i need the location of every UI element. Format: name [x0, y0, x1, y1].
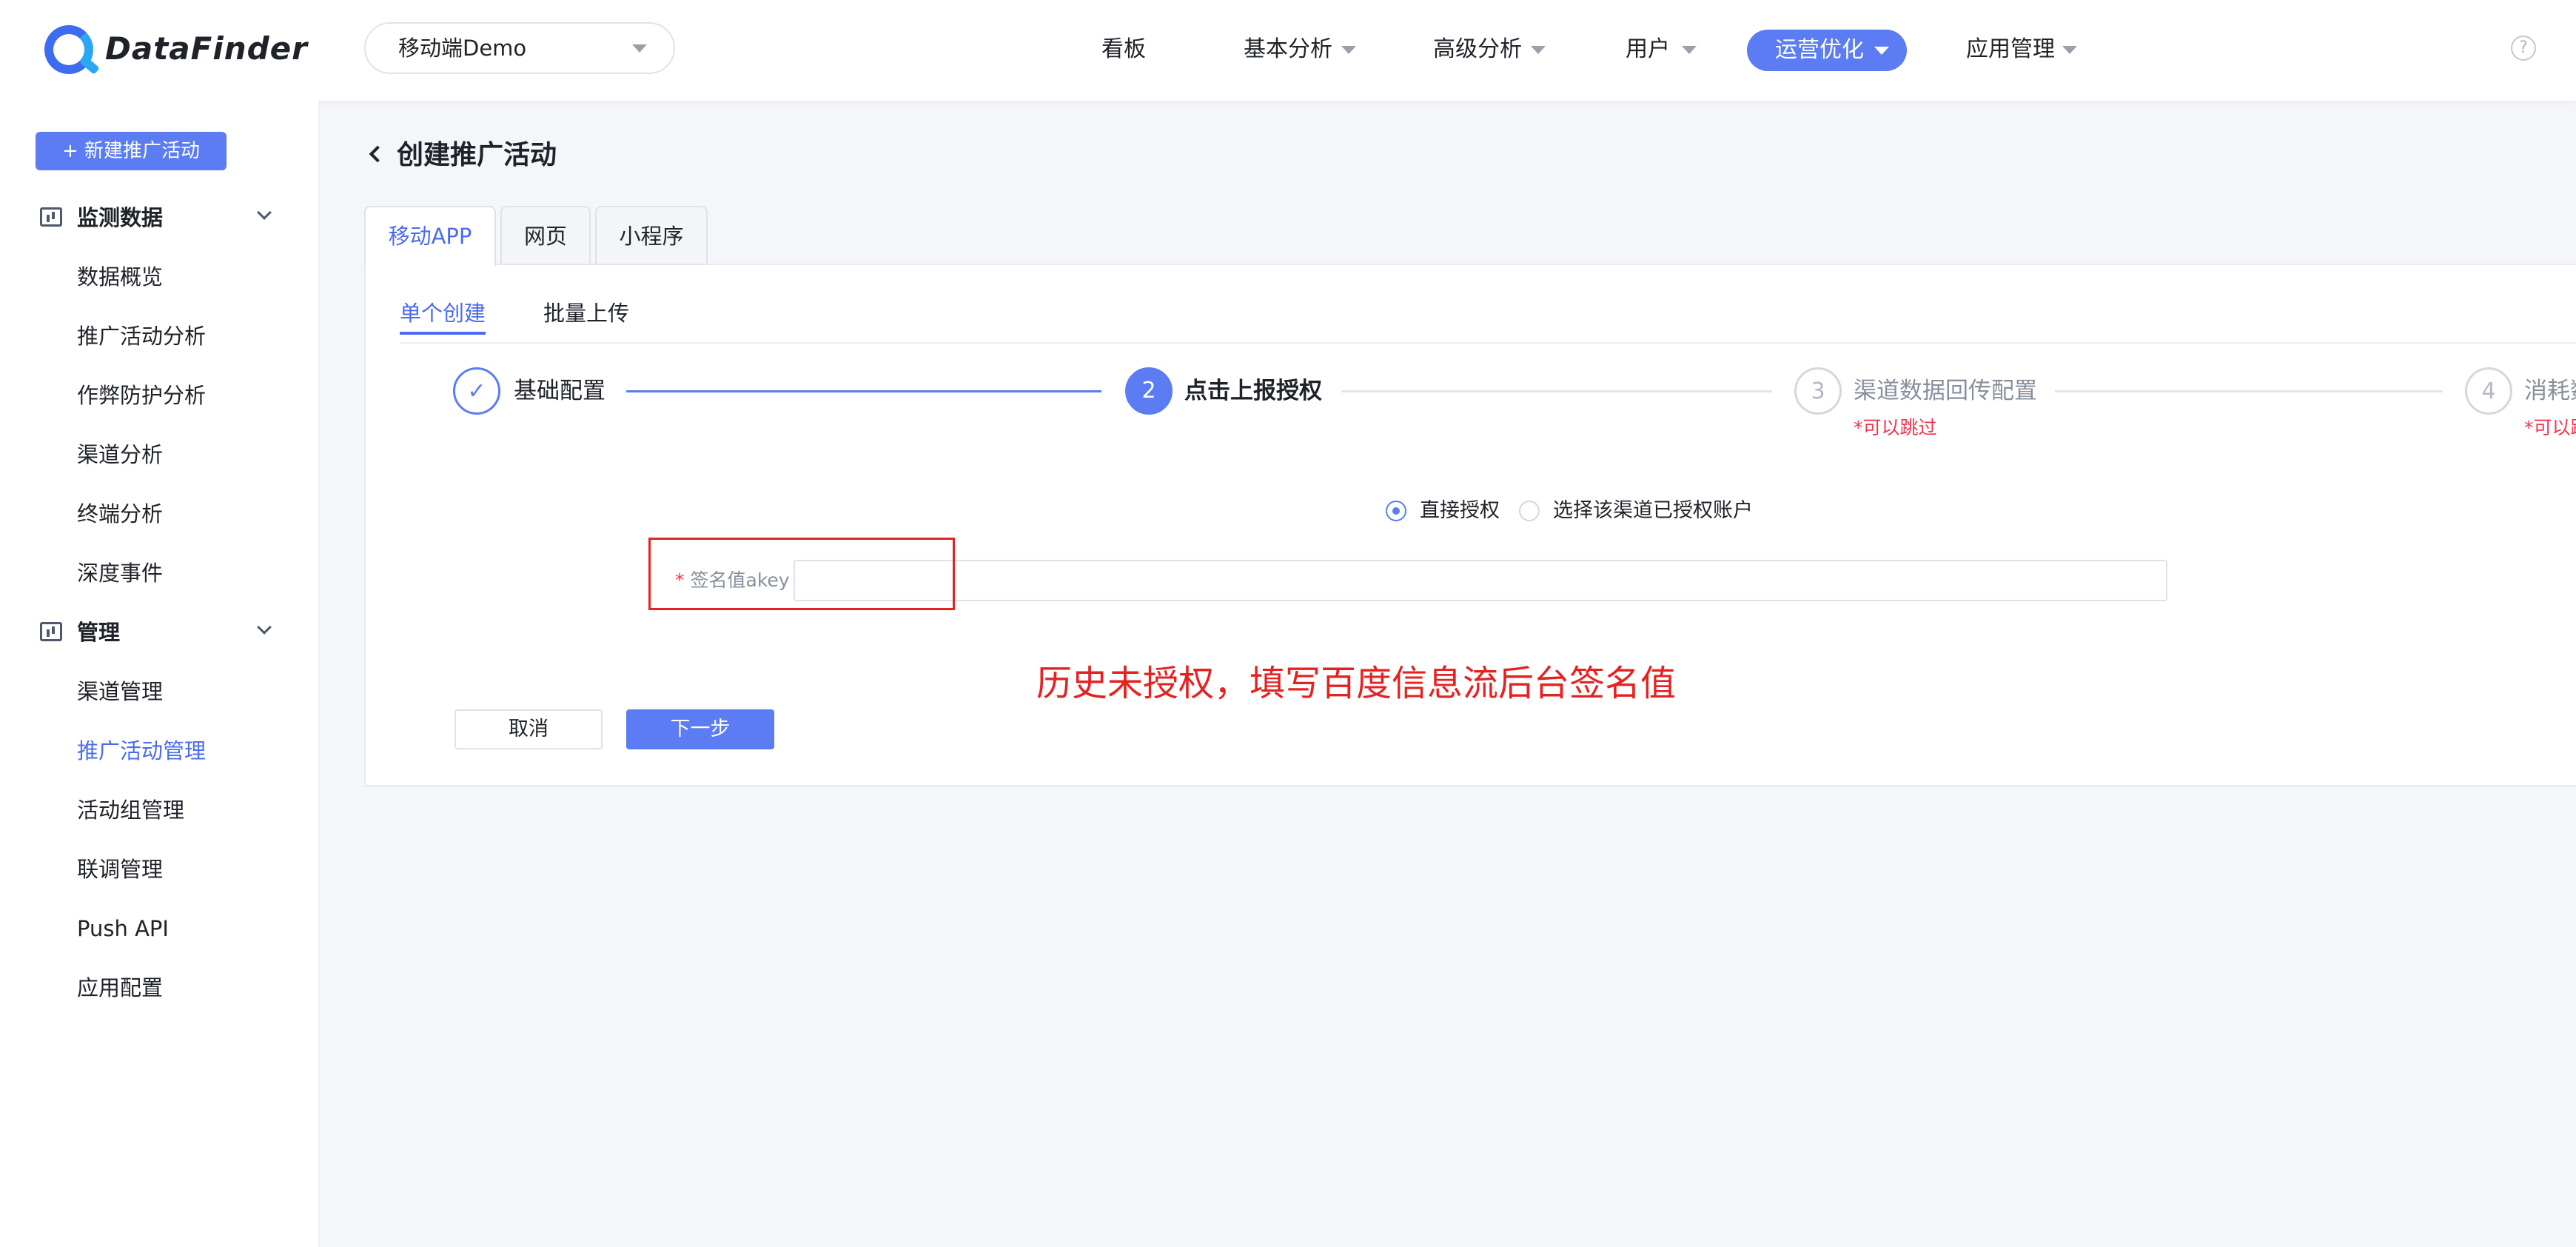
highlight-box	[648, 538, 955, 610]
step-4-number: 4	[2465, 367, 2512, 415]
sidebar-item-app-config[interactable]: 应用配置	[77, 966, 163, 1010]
radio-direct-auth[interactable]	[1386, 501, 1406, 521]
nav-operations[interactable]: 运营优化	[1747, 30, 1907, 71]
radio-existing-account-label[interactable]: 选择该渠道已授权账户	[1553, 495, 1753, 527]
step-3-number: 3	[1794, 367, 1842, 415]
monitor-chart-icon	[40, 622, 62, 641]
tab-mini-program[interactable]: 小程序	[595, 206, 708, 265]
sidebar-group-monitoring[interactable]: 监测数据	[0, 195, 320, 240]
sidebar-item-fraud-analysis[interactable]: 作弊防护分析	[77, 373, 206, 418]
caret-down-icon	[2062, 46, 2077, 54]
annotation-text: 历史未授权，填写百度信息流后台签名值	[1036, 663, 1677, 704]
new-campaign-button[interactable]: + 新建推广活动	[36, 132, 227, 170]
nav-label: 应用管理	[1966, 36, 2055, 62]
caret-down-icon	[632, 44, 647, 53]
sidebar-item-deep-events[interactable]: 深度事件	[77, 551, 163, 595]
caret-down-icon	[1874, 47, 1889, 55]
sidebar-item-channel-management[interactable]: 渠道管理	[77, 669, 163, 714]
sidebar-item-device-analysis[interactable]: 终端分析	[77, 492, 163, 536]
nav-label: 基本分析	[1244, 36, 1332, 62]
step-2-number: 2	[1125, 367, 1173, 415]
sidebar-item-campaign-analysis[interactable]: 推广活动分析	[77, 314, 206, 358]
logo-text: DataFinder	[105, 30, 308, 67]
sidebar-item-campaign-group-management[interactable]: 活动组管理	[77, 788, 184, 832]
back-arrow-icon[interactable]	[369, 145, 386, 163]
nav-users[interactable]: 用户	[1626, 27, 1697, 73]
sidebar-group-label: 监测数据	[77, 205, 164, 230]
nav-label: 运营优化	[1775, 37, 1864, 63]
caret-down-icon	[1531, 46, 1546, 54]
page-title: 创建推广活动	[397, 140, 557, 170]
step-2-label: 点击上报授权	[1184, 378, 1322, 404]
sidebar-group-management[interactable]: 管理	[0, 610, 320, 655]
step-connector	[626, 390, 1101, 392]
sidebar-item-channel-analysis[interactable]: 渠道分析	[77, 432, 163, 477]
nav-label: 用户	[1626, 36, 1670, 62]
nav-basic-analysis[interactable]: 基本分析	[1244, 27, 1356, 73]
project-selector-label: 移动端Demo	[398, 36, 527, 61]
nav-label: 高级分析	[1433, 36, 1522, 62]
nav-dashboard[interactable]: 看板	[1101, 27, 1146, 73]
step-3-label: 渠道数据回传配置	[1854, 378, 2037, 404]
step-1-check-icon: ✓	[453, 367, 500, 415]
tab-mobile-app[interactable]: 移动APP	[364, 206, 496, 267]
step-1-label: 基础配置	[514, 378, 606, 404]
tab-web[interactable]: 网页	[500, 206, 591, 265]
step-connector	[1341, 390, 1772, 392]
sidebar-item-data-overview[interactable]: 数据概览	[77, 255, 163, 299]
bar-chart-icon	[40, 207, 62, 227]
step-3-note: *可以跳过	[1854, 417, 1937, 438]
project-selector[interactable]: 移动端Demo	[364, 22, 675, 74]
step-4-note: *可以跳过	[2524, 417, 2576, 438]
step-4-label: 消耗数据	[2524, 378, 2576, 404]
sidebar-group-label: 管理	[77, 620, 121, 645]
radio-direct-auth-label[interactable]: 直接授权	[1420, 495, 1500, 527]
akey-input[interactable]	[794, 560, 2167, 601]
subtab-single-create[interactable]: 单个创建	[400, 296, 486, 335]
step-connector	[2055, 390, 2443, 392]
nav-advanced-analysis[interactable]: 高级分析	[1433, 27, 1546, 73]
next-step-button[interactable]: 下一步	[626, 709, 774, 749]
subtab-divider	[400, 342, 2576, 344]
top-header: DataFinder 移动端Demo 看板 基本分析 高级分析 用户 运营优化 …	[0, 0, 2576, 101]
subtab-batch-upload[interactable]: 批量上传	[543, 296, 629, 335]
sidebar-item-campaign-management[interactable]: 推广活动管理	[77, 729, 206, 773]
radio-existing-account[interactable]	[1519, 501, 1540, 521]
cancel-button[interactable]: 取消	[455, 709, 603, 749]
sidebar-item-push-api[interactable]: Push API	[77, 906, 169, 951]
chevron-down-icon	[257, 620, 272, 635]
sidebar-item-debug-management[interactable]: 联调管理	[77, 847, 163, 892]
caret-down-icon	[1341, 46, 1356, 54]
caret-down-icon	[1682, 46, 1697, 54]
nav-app-management[interactable]: 应用管理	[1966, 27, 2077, 73]
help-icon[interactable]: ?	[2511, 36, 2536, 61]
chevron-down-icon	[257, 205, 272, 220]
